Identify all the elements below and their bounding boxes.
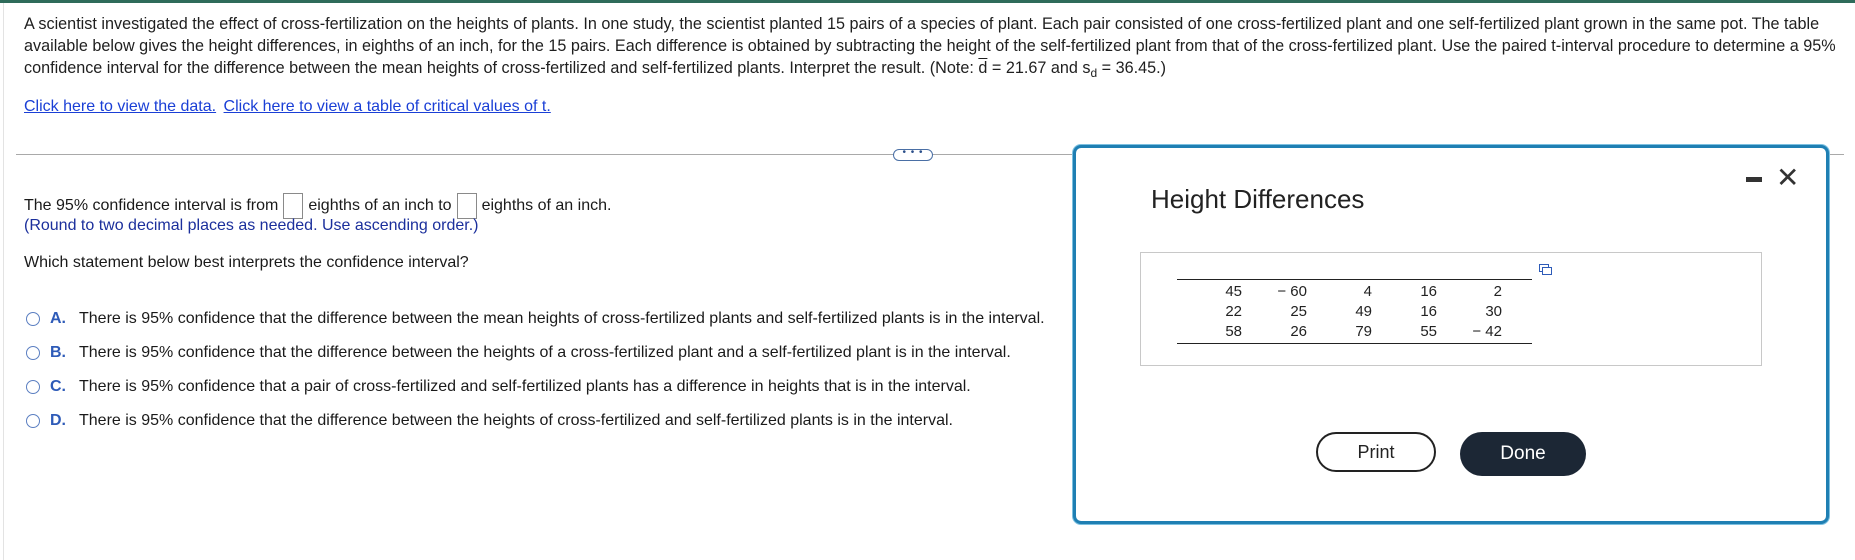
option-b[interactable]: B. There is 95% confidence that the diff… (26, 336, 1045, 370)
ci-prefix: The 95% confidence interval is from (24, 197, 279, 214)
option-text: There is 95% confidence that a pair of c… (79, 378, 971, 395)
lower-bound-input[interactable] (283, 193, 304, 219)
option-d[interactable]: D. There is 95% confidence that the diff… (26, 404, 1045, 438)
top-accent-bar (0, 0, 1855, 3)
done-button[interactable]: Done (1460, 432, 1586, 476)
table-cell: 49 (1355, 303, 1372, 320)
table-row: 45 − 60 4 16 2 (1177, 282, 1532, 302)
option-text: There is 95% confidence that the differe… (79, 344, 1011, 361)
resource-links: Click here to view the data. Click here … (24, 98, 554, 116)
copy-icon[interactable] (1539, 263, 1553, 281)
radio-icon[interactable] (26, 312, 40, 326)
confidence-interval-line: The 95% confidence interval is from eigh… (24, 193, 611, 219)
question-text: A scientist investigated the effect of c… (24, 13, 1836, 79)
rounding-note: (Round to two decimal places as needed. … (24, 217, 479, 234)
table-cell: 30 (1485, 303, 1502, 320)
option-letter: D. (50, 412, 66, 429)
table-cell: 79 (1355, 323, 1372, 340)
option-letter: A. (50, 310, 66, 327)
view-data-link[interactable]: Click here to view the data. (24, 98, 216, 115)
table-cell: 4 (1363, 283, 1372, 300)
answer-options: A. There is 95% confidence that the diff… (26, 302, 1045, 438)
table-row: 22 25 49 16 30 (1177, 302, 1532, 322)
option-text: There is 95% confidence that the differe… (79, 310, 1045, 327)
sd-value: = 36.45.) (1097, 59, 1166, 77)
upper-bound-input[interactable] (456, 193, 477, 219)
question-main: A scientist investigated the effect of c… (24, 15, 1836, 77)
print-button[interactable]: Print (1316, 432, 1436, 472)
option-text: There is 95% confidence that the differe… (79, 412, 953, 429)
d-bar-value: = 21.67 and s (987, 59, 1091, 77)
table-cell: 22 (1225, 303, 1242, 320)
ci-suffix: eighths of an inch. (481, 197, 612, 214)
table-row: 58 26 79 55 − 42 (1177, 322, 1532, 342)
table-cell: − 42 (1472, 323, 1502, 340)
radio-icon[interactable] (26, 346, 40, 360)
interpretation-question: Which statement below best interprets th… (24, 254, 469, 271)
expand-toggle-button[interactable]: • • • (893, 148, 933, 161)
minimize-icon[interactable] (1746, 177, 1762, 182)
option-letter: C. (50, 378, 66, 395)
table-cell: 16 (1420, 283, 1437, 300)
table-cell: 25 (1290, 303, 1307, 320)
height-differences-dialog: Height Differences ✕ 45 − 60 4 16 2 22 2… (1073, 145, 1829, 524)
ci-middle: eighths of an inch to (308, 197, 452, 214)
table-cell: 58 (1225, 323, 1242, 340)
view-t-table-link[interactable]: Click here to view a table of critical v… (224, 98, 551, 115)
dialog-title: Height Differences (1151, 184, 1365, 214)
radio-icon[interactable] (26, 380, 40, 394)
height-differences-table: 45 − 60 4 16 2 22 25 49 16 30 58 26 79 5… (1177, 279, 1532, 344)
table-cell: 2 (1493, 283, 1502, 300)
table-cell: − 60 (1277, 283, 1307, 300)
table-cell: 45 (1225, 283, 1242, 300)
close-icon[interactable]: ✕ (1776, 164, 1799, 192)
option-letter: B. (50, 344, 66, 361)
table-cell: 55 (1420, 323, 1437, 340)
radio-icon[interactable] (26, 414, 40, 428)
table-cell: 26 (1290, 323, 1307, 340)
left-border (3, 3, 4, 560)
option-c[interactable]: C. There is 95% confidence that a pair o… (26, 370, 1045, 404)
option-a[interactable]: A. There is 95% confidence that the diff… (26, 302, 1045, 336)
data-table-panel: 45 − 60 4 16 2 22 25 49 16 30 58 26 79 5… (1140, 252, 1762, 366)
table-cell: 16 (1420, 303, 1437, 320)
